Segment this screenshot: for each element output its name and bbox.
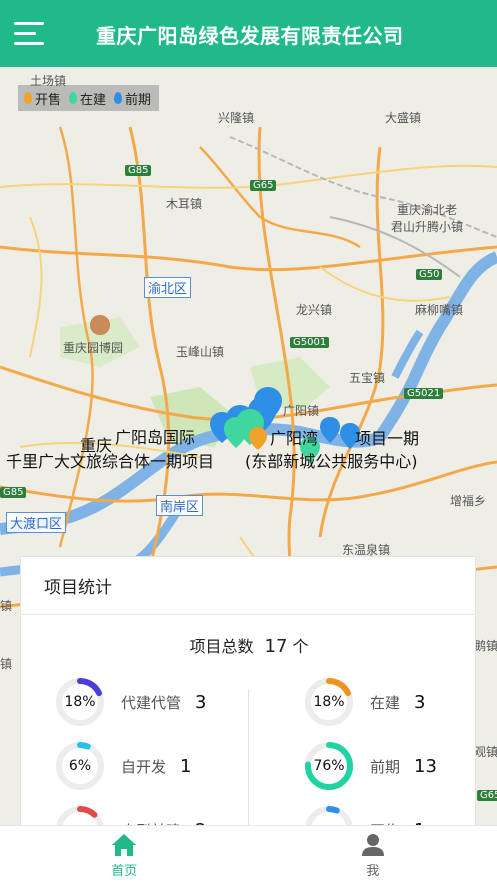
place-label: 镇 (0, 657, 13, 671)
nav-label: 我 (366, 864, 380, 879)
nav-label: 首页 (111, 864, 138, 879)
legend-label: 前期 (125, 92, 152, 108)
nav-home[interactable]: 首页 (0, 826, 249, 883)
stat-count: 3 (414, 691, 426, 713)
stat-percent: 18% (313, 694, 345, 710)
total-unit: 个 (292, 637, 309, 656)
project-label[interactable]: 项目一期 (355, 425, 419, 449)
pin-icon (114, 92, 123, 104)
stat-label: 前期 (370, 757, 401, 776)
page-title: 重庆广阳岛绿色发展有限责任公司 (96, 24, 404, 48)
project-label[interactable]: 千里广大文旅综合体一期项目 (6, 448, 214, 472)
district-label: 南岸区 (156, 495, 204, 516)
stat-qianqi[interactable]: 76% 前期 13 (304, 741, 437, 791)
total-count: 17 (264, 636, 288, 657)
place-label: 五宝镇 (349, 371, 386, 385)
district-label: 大渡口区 (6, 512, 67, 533)
legend-item-kaishou: 开售 (24, 89, 61, 108)
stat-label: 自开发 (121, 757, 167, 776)
nav-me[interactable]: 我 (249, 826, 497, 883)
stat-daijian[interactable]: 18% 代建代管 3 (55, 677, 206, 727)
stat-percent: 18% (64, 694, 96, 710)
legend-item-zaijian: 在建 (69, 89, 106, 108)
stat-percent: 76% (313, 758, 345, 774)
home-icon (112, 834, 137, 856)
stat-percent: 6% (68, 758, 92, 774)
stat-count: 13 (414, 755, 437, 777)
place-label: 大盛镇 (385, 111, 422, 125)
place-label: 木耳镇 (166, 197, 203, 211)
place-label: 龙兴镇 (296, 303, 333, 317)
app-header: 重庆广阳岛绿色发展有限责任公司 (0, 0, 497, 67)
place-label: 麻柳嘴镇 (415, 303, 464, 317)
district-label: 渝北区 (144, 277, 192, 298)
progress-ring: 6% (55, 741, 105, 791)
legend-label: 开售 (35, 92, 62, 108)
road-badge: G5001 (290, 337, 330, 348)
pin-icon (24, 92, 32, 104)
place-label: 鹅镇 (474, 639, 497, 653)
stat-zikaifa[interactable]: 6% 自开发 1 (55, 741, 191, 791)
legend-item-qianqi: 前期 (114, 89, 151, 108)
total-label: 项目总数 (189, 637, 254, 656)
place-label: 观镇 (474, 745, 497, 759)
place-label: 玉峰山镇 (176, 345, 225, 359)
stat-label: 在建 (370, 693, 401, 712)
project-stats-panel: 项目统计 项目总数 17 个 18% 代建代管 3 18% 在建 3 6% 自开… (20, 556, 477, 854)
road-badge: G50 (416, 269, 443, 280)
progress-ring: 18% (55, 677, 105, 727)
road-badge: G65 (477, 790, 497, 801)
progress-ring: 76% (304, 741, 354, 791)
hamburger-menu-icon[interactable] (14, 22, 44, 46)
stat-zaijian[interactable]: 18% 在建 3 (304, 677, 425, 727)
project-total: 项目总数 17 个 (21, 633, 477, 657)
road-badge: G85 (0, 487, 27, 498)
stat-count: 1 (180, 755, 192, 777)
user-icon (361, 834, 384, 856)
place-label: 重庆园博园 (63, 341, 124, 355)
road-badge: G65 (250, 180, 277, 191)
place-label: 镇 (0, 599, 13, 613)
place-label: 重庆渝北老 (397, 203, 458, 217)
column-divider (248, 689, 249, 829)
project-label[interactable]: 广阳湾 (270, 425, 318, 449)
legend-label: 在建 (80, 92, 107, 108)
place-label: 增福乡 (450, 494, 487, 508)
panel-title: 项目统计 (21, 557, 475, 615)
museum-icon (90, 315, 110, 335)
project-label[interactable]: 广阳岛国际 (115, 424, 195, 448)
stat-count: 3 (195, 691, 207, 713)
progress-ring: 18% (304, 677, 354, 727)
bottom-nav: 首页 我 (0, 825, 497, 883)
road-badge: G5021 (404, 388, 444, 399)
project-label[interactable]: (东部新城公共服务中心) (245, 448, 418, 472)
place-label: 广阳镇 (283, 404, 320, 418)
place-label: 土场镇 (30, 74, 67, 88)
place-label: 君山升腾小镇 (391, 220, 464, 234)
pin-icon (69, 92, 78, 104)
stat-label: 代建代管 (121, 693, 182, 712)
road-badge: G85 (125, 165, 152, 176)
place-label: 兴隆镇 (218, 111, 255, 125)
